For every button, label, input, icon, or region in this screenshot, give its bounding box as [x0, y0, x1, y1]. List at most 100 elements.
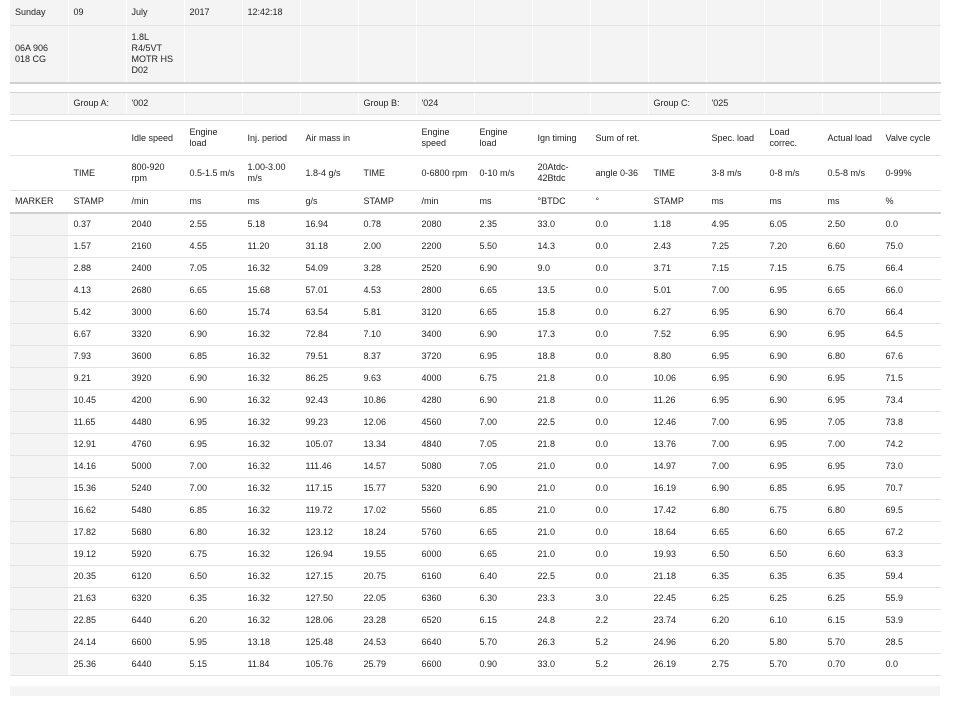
column-spec-cell: 20Atdc- 42Btdc: [532, 155, 591, 191]
table-cell: 5.70: [822, 631, 881, 654]
table-row: 21.63 6320 6.35 16.32 127.50 22.05 6360 6.30 23.…: [10, 587, 941, 610]
table-cell: [10, 477, 69, 500]
table-cell: 6.85: [474, 499, 533, 522]
table-row: 0.37 2040 2.55 5.18 16.94 0.78 2080 2.35 33.0 0.0…: [10, 212, 941, 236]
table-cell: 16.32: [242, 455, 301, 478]
table-cell: 67.6: [880, 345, 941, 368]
group-c-value: '025: [706, 92, 765, 115]
table-cell: 128.06: [300, 609, 359, 632]
table-cell: 7.00: [184, 455, 243, 478]
table-cell: [10, 631, 69, 654]
table-cell: 0.0: [590, 345, 649, 368]
table-cell: 6.50: [764, 543, 823, 566]
table-cell: 26.19: [648, 653, 707, 676]
column-spec-cell: angle 0-36: [590, 155, 649, 191]
table-cell: 21.8: [532, 389, 591, 412]
table-cell: 7.15: [764, 257, 823, 280]
table-cell: 7.52: [648, 323, 707, 346]
table-cell: [10, 587, 69, 610]
table-cell: 6.50: [706, 543, 765, 566]
table-cell: 6.80: [822, 499, 881, 522]
table-cell: 70.7: [880, 477, 941, 500]
table-cell: 3.71: [648, 257, 707, 280]
table-cell: 5.18: [242, 212, 301, 236]
table-cell: [10, 565, 69, 588]
table-cell: 6.65: [474, 521, 533, 544]
table-cell: 4200: [126, 389, 185, 412]
part-number-cell: 06A 906 018 CG: [10, 25, 69, 84]
table-cell: 19.55: [358, 543, 417, 566]
table-cell: 9.21: [68, 367, 127, 390]
table-cell: 6.95: [764, 411, 823, 434]
table-cell: [10, 455, 69, 478]
table-row: 12.91 4760 6.95 16.32 105.07 13.34 4840 7.05 21.…: [10, 433, 941, 456]
column-name-cell: Sum of ret.: [590, 120, 649, 156]
table-cell: 23.28: [358, 609, 417, 632]
table-cell: 28.5: [880, 631, 941, 654]
table-cell: 73.0: [880, 455, 941, 478]
table-cell: 6.85: [184, 345, 243, 368]
table-cell: 7.05: [474, 433, 533, 456]
table-cell: 0.0: [590, 279, 649, 302]
table-cell: 53.9: [880, 609, 941, 632]
table-cell: 21.8: [532, 367, 591, 390]
table-cell: 2040: [126, 212, 185, 236]
log-sheet: Sunday 09 July 2017 12:42:18 06A 906 018…: [10, 0, 941, 676]
table-cell: 6520: [416, 609, 475, 632]
table-cell: 3920: [126, 367, 185, 390]
table-cell: 6.95: [474, 345, 533, 368]
table-cell: 31.18: [300, 235, 359, 258]
table-cell: 22.05: [358, 587, 417, 610]
table-cell: 16.32: [242, 521, 301, 544]
table-cell: 5480: [126, 499, 185, 522]
table-cell: 21.18: [648, 565, 707, 588]
table-cell: [10, 433, 69, 456]
table-cell: [10, 367, 69, 390]
table-cell: 6.85: [184, 499, 243, 522]
column-spec-cell: [10, 155, 69, 191]
table-row: 16.62 5480 6.85 16.32 119.72 17.02 5560 6.85 21.…: [10, 499, 941, 522]
table-cell: 33.0: [532, 212, 591, 236]
table-cell: 0.0: [590, 433, 649, 456]
table-cell: 3.28: [358, 257, 417, 280]
table-cell: 5.01: [648, 279, 707, 302]
table-cell: 5080: [416, 455, 475, 478]
table-cell: 5.2: [590, 653, 649, 676]
table-cell: 20.75: [358, 565, 417, 588]
table-cell: 5320: [416, 477, 475, 500]
column-name-cell: Spec. load: [706, 120, 765, 156]
table-cell: 6.25: [822, 587, 881, 610]
table-cell: 6.90: [764, 301, 823, 324]
table-cell: 7.10: [358, 323, 417, 346]
column-name-cell: Valve cycle: [880, 120, 941, 156]
table-cell: 18.24: [358, 521, 417, 544]
table-cell: [10, 521, 69, 544]
table-cell: 6440: [126, 653, 185, 676]
table-cell: 6640: [416, 631, 475, 654]
table-cell: 7.00: [822, 433, 881, 456]
table-cell: [10, 212, 69, 236]
day-cell: Sunday: [10, 0, 69, 26]
table-cell: 2.75: [706, 653, 765, 676]
table-cell: 26.3: [532, 631, 591, 654]
table-cell: 54.09: [300, 257, 359, 280]
table-cell: 25.36: [68, 653, 127, 676]
table-cell: 6160: [416, 565, 475, 588]
table-cell: 0.0: [590, 543, 649, 566]
table-cell: 71.5: [880, 367, 941, 390]
column-name-cell: [648, 120, 707, 156]
table-cell: 16.32: [242, 389, 301, 412]
column-unit-cell: ms: [822, 190, 881, 214]
table-cell: 2.2: [590, 609, 649, 632]
table-cell: 4840: [416, 433, 475, 456]
table-cell: 14.16: [68, 455, 127, 478]
table-cell: 23.3: [532, 587, 591, 610]
table-cell: [10, 301, 69, 324]
table-cell: 6.95: [764, 433, 823, 456]
column-unit-cell: /min: [416, 190, 475, 214]
table-row: 7.93 3600 6.85 16.32 79.51 8.37 3720 6.95 18.8 0.…: [10, 345, 941, 368]
column-name-cell: Engine load: [474, 120, 533, 156]
table-cell: [10, 389, 69, 412]
table-cell: 19.93: [648, 543, 707, 566]
table-cell: 0.0: [590, 257, 649, 280]
